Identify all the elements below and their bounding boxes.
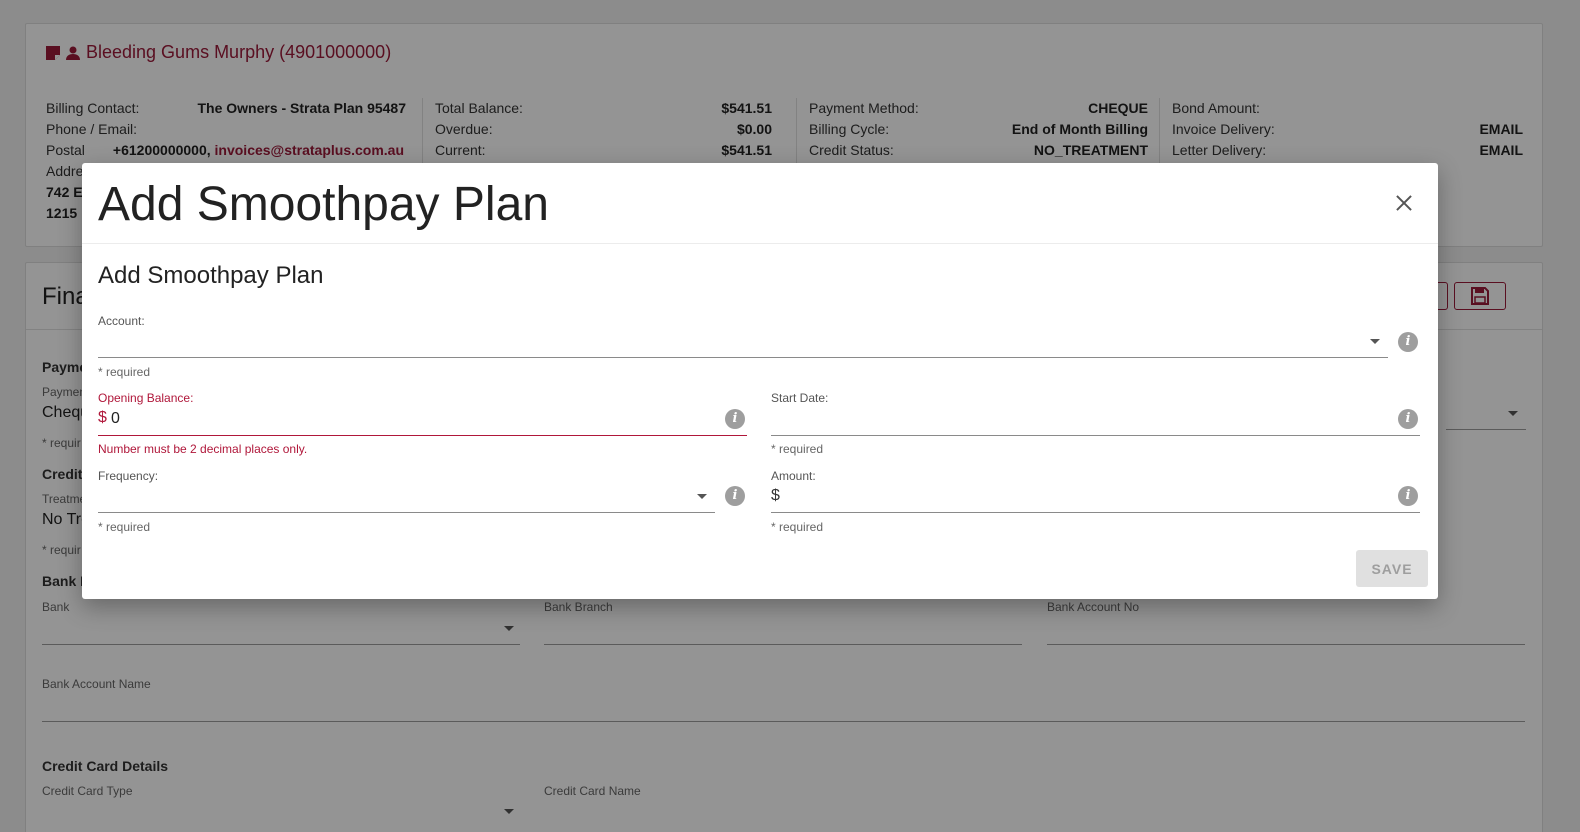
form-title: Add Smoothpay Plan xyxy=(98,262,324,289)
add-smoothpay-plan-dialog: Add Smoothpay Plan Add Smoothpay Plan Ac… xyxy=(82,163,1438,599)
opening-balance-error: Number must be 2 decimal places only. xyxy=(98,442,308,456)
start-date-required-hint: * required xyxy=(771,442,824,456)
amount-required-hint: * required xyxy=(771,520,824,534)
opening-balance-input[interactable] xyxy=(111,408,711,430)
info-icon[interactable]: i xyxy=(725,486,745,506)
dialog-title: Add Smoothpay Plan xyxy=(98,178,549,231)
dialog-header: Add Smoothpay Plan xyxy=(82,163,1438,244)
amount-currency: $ xyxy=(771,487,780,504)
start-date-underline xyxy=(771,435,1420,436)
info-icon[interactable]: i xyxy=(1398,486,1418,506)
save-button[interactable]: SAVE xyxy=(1356,550,1428,587)
info-icon[interactable]: i xyxy=(725,409,745,429)
account-select[interactable] xyxy=(98,357,1388,358)
frequency-required-hint: * required xyxy=(98,520,151,534)
account-label: Account: xyxy=(98,314,145,328)
chevron-down-icon[interactable] xyxy=(697,494,707,499)
start-date-input[interactable] xyxy=(771,408,1381,430)
start-date-label: Start Date: xyxy=(771,391,829,405)
info-icon[interactable]: i xyxy=(1398,332,1418,352)
frequency-select[interactable] xyxy=(98,512,715,513)
amount-input[interactable] xyxy=(784,486,1384,508)
opening-balance-currency: $ xyxy=(98,409,107,426)
opening-balance-label: Opening Balance: xyxy=(98,391,194,405)
account-required-hint: * required xyxy=(98,365,151,379)
info-icon[interactable]: i xyxy=(1398,409,1418,429)
close-icon[interactable] xyxy=(1394,193,1414,213)
frequency-label: Frequency: xyxy=(98,469,159,483)
opening-balance-underline xyxy=(98,435,747,436)
chevron-down-icon[interactable] xyxy=(1370,339,1380,344)
amount-underline xyxy=(771,512,1420,513)
amount-label: Amount: xyxy=(771,469,816,483)
